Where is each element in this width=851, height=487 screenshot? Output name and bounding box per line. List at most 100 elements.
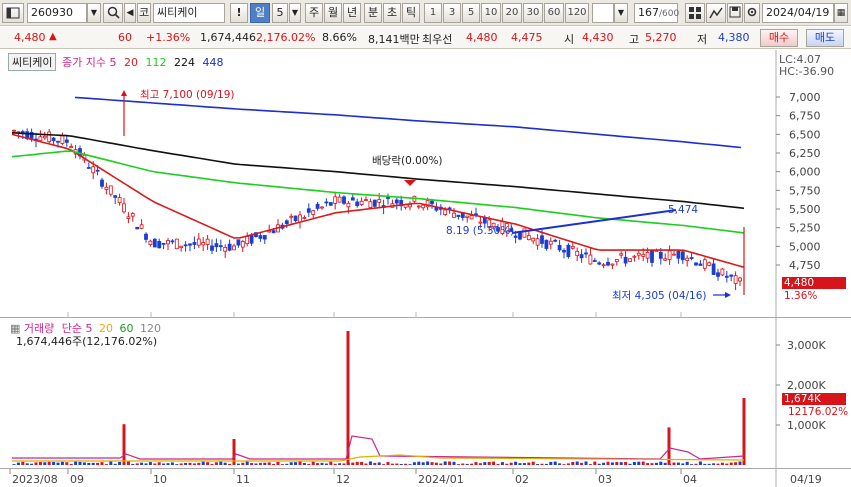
interval-120-button[interactable]: 120	[565, 3, 589, 23]
volume-bar-small	[386, 462, 390, 465]
period-week-button[interactable]: 주	[305, 3, 323, 23]
price-tick-label: 5,250	[789, 222, 821, 235]
candle-body	[188, 243, 192, 246]
interval-10-button[interactable]: 10	[481, 3, 501, 23]
candle-body	[179, 245, 184, 249]
candle-body	[584, 252, 588, 255]
x-tick-label: 11	[236, 473, 250, 486]
volume-bar-small	[571, 461, 575, 465]
stock-code-input[interactable]: 260930	[27, 3, 87, 23]
interval-3-button[interactable]: 3	[443, 3, 461, 23]
candle-body	[148, 240, 153, 246]
volume-bar-small	[659, 461, 663, 465]
custom-interval-input[interactable]	[592, 3, 614, 23]
ma-224-label: 224	[173, 56, 195, 69]
candle-body	[716, 272, 720, 277]
count-field[interactable]: 167/600	[634, 3, 680, 23]
volume-bar-small	[399, 464, 403, 465]
count-max: /600	[659, 9, 680, 19]
interval-1-button[interactable]: 1	[424, 3, 442, 23]
volume-bar-small	[606, 461, 610, 465]
candle-body	[210, 245, 214, 251]
period-month-button[interactable]: 월	[324, 3, 342, 23]
candle-body	[144, 233, 148, 240]
candle-body	[346, 202, 351, 208]
candle-body	[201, 242, 206, 246]
interval-60-button[interactable]: 60	[544, 3, 564, 23]
volume-bar-small	[404, 463, 408, 465]
period-year-button[interactable]: 년	[343, 3, 361, 23]
candle-body	[698, 263, 703, 266]
grid-icon[interactable]	[685, 3, 705, 23]
ma-line-224	[11, 132, 745, 210]
candle-body	[738, 277, 742, 282]
candle-body	[676, 251, 681, 259]
interval-20-button[interactable]: 20	[502, 3, 522, 23]
volume-bar-small	[285, 463, 289, 465]
price-pane[interactable]: 7,000 6,750 6,500 6,250 6,000 5,750 5,500 5,250…	[0, 50, 851, 318]
layout-icon[interactable]	[2, 3, 24, 23]
volume-bar-small	[219, 461, 223, 465]
indicator-label[interactable]: 종가 지수	[62, 56, 106, 69]
calendar-icon[interactable]: ▦	[834, 3, 848, 23]
volume-bar-small	[69, 463, 73, 465]
ma-448-label: 448	[202, 56, 224, 69]
candle-body	[562, 249, 566, 253]
code-dropdown-icon[interactable]: ▼	[87, 3, 101, 23]
candle-body	[377, 199, 382, 203]
volume-bar-small	[412, 462, 416, 465]
candle-body	[60, 135, 65, 144]
candle-body	[430, 200, 434, 205]
period-dropdown-icon[interactable]: ▼	[289, 3, 301, 23]
volume-bar-small	[175, 464, 179, 465]
price-tick-label: 5,500	[789, 203, 821, 216]
volume-bar-small	[364, 463, 368, 465]
volume-bar-small	[329, 461, 333, 465]
price-chart[interactable]: 7,000 6,750 6,500 6,250 6,000 5,750 5,500 5,250…	[0, 50, 851, 318]
ma-5-label: 5	[109, 56, 117, 69]
candle-body	[416, 205, 421, 208]
settings-icon[interactable]	[744, 3, 760, 23]
candle-body	[289, 215, 294, 218]
buy-button[interactable]: 매수	[760, 29, 798, 47]
volume-bar-small	[650, 463, 654, 465]
search-icon[interactable]	[103, 3, 123, 23]
period-second-button[interactable]: 초	[383, 3, 401, 23]
x-tick-label: 10	[153, 473, 167, 486]
warning-button[interactable]: !	[230, 3, 248, 23]
volume-bar-small	[641, 461, 645, 465]
candle-body	[711, 263, 716, 275]
volume-bar-small	[47, 461, 51, 465]
save-icon[interactable]	[727, 3, 743, 23]
prev-stock-icon[interactable]: ◀	[124, 3, 136, 23]
period-minute-button[interactable]: 분	[364, 3, 382, 23]
volume-bar-small	[734, 462, 738, 465]
volume-bar-small	[43, 462, 47, 465]
candle-body	[588, 254, 593, 265]
volume-bar-small	[333, 463, 337, 465]
chart-type-icon[interactable]	[706, 3, 726, 23]
chart-name-label[interactable]: 씨티케이	[8, 53, 57, 71]
volume-bar-small	[492, 461, 496, 465]
price-tick-label: 6,750	[789, 110, 821, 123]
volume-bar-small	[408, 464, 412, 465]
volume-bar-small	[210, 464, 214, 465]
period-num-field[interactable]: 5	[272, 3, 288, 23]
date-field[interactable]: 2024/04/19	[762, 3, 834, 23]
toolbar: 260930 ▼ ◀ 코 씨티케이 ! 일 5 ▼ 주 월 년 분 초 틱 1 …	[0, 0, 851, 26]
sell-button[interactable]: 매도	[806, 29, 844, 47]
volume-pane[interactable]: 3,000K 2,000K 1,000K ▦ 거래량 단순 5 20 60 120 …	[0, 318, 851, 468]
trend-end-label: 5,474	[668, 204, 699, 216]
volume-bar-small	[518, 463, 522, 465]
volume-bar-small	[619, 462, 623, 465]
stock-name-field[interactable]: 씨티케이	[153, 3, 225, 23]
candle-body	[306, 208, 311, 213]
candle-body	[636, 252, 641, 256]
period-tick-button[interactable]: 틱	[402, 3, 420, 23]
interval-5-button[interactable]: 5	[462, 3, 480, 23]
interval-30-button[interactable]: 30	[523, 3, 543, 23]
period-day-button[interactable]: 일	[250, 3, 270, 23]
volume-bar-small	[38, 462, 42, 465]
interval-dropdown-icon[interactable]: ▼	[614, 3, 628, 23]
volume-bar-small	[223, 462, 227, 465]
